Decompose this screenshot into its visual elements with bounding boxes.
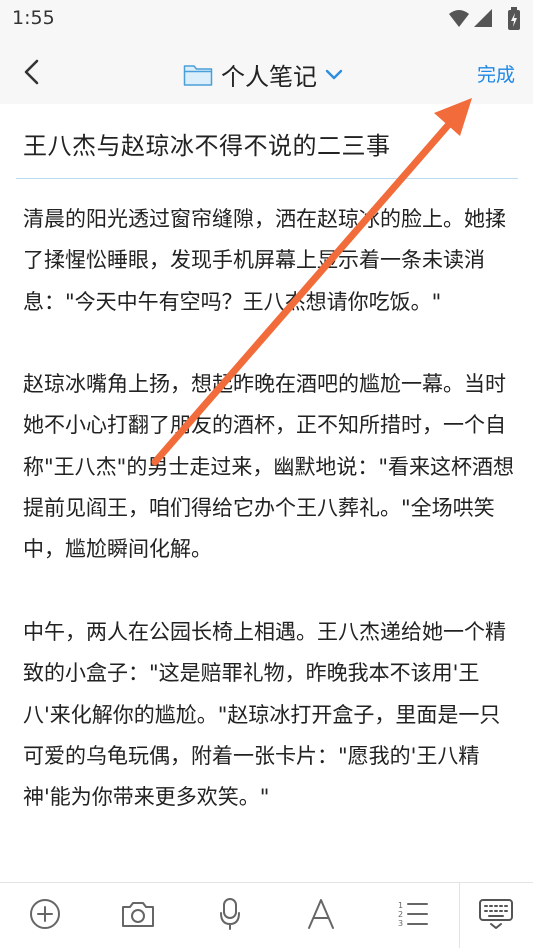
- keyboard-icon[interactable]: [478, 897, 514, 931]
- battery-icon: [508, 7, 520, 30]
- svg-text:2: 2: [398, 910, 403, 919]
- title-divider: [16, 178, 518, 179]
- text-format-icon[interactable]: [304, 897, 338, 931]
- note-title[interactable]: 王八杰与赵琼冰不得不说的二三事: [23, 126, 513, 161]
- note-body[interactable]: 清晨的阳光透过窗帘缝隙，洒在赵琼冰的脸上。她揉了揉惺忪睡眼，发现手机屏幕上显示着…: [23, 199, 515, 881]
- status-time: 1:55: [12, 7, 55, 29]
- folder-icon: [183, 64, 213, 86]
- numbered-list-icon[interactable]: 1 2 3: [396, 897, 430, 931]
- chevron-down-icon: [325, 69, 343, 79]
- folder-name: 个人笔记: [221, 63, 317, 91]
- done-button[interactable]: 完成: [477, 60, 515, 87]
- folder-selector[interactable]: 个人笔记: [183, 57, 343, 92]
- add-icon[interactable]: [28, 897, 62, 931]
- microphone-icon[interactable]: [213, 897, 247, 931]
- svg-text:1: 1: [398, 901, 403, 910]
- editor-header: 个人笔记 完成: [0, 40, 533, 104]
- camera-icon[interactable]: [120, 897, 156, 931]
- status-bar: 1:55: [0, 0, 533, 40]
- toolbar-divider: [459, 883, 460, 948]
- editor-toolbar: 1 2 3: [0, 882, 533, 948]
- wifi-signal-icon: [449, 9, 492, 27]
- back-arrow-icon[interactable]: [18, 56, 46, 88]
- svg-text:3: 3: [398, 919, 403, 928]
